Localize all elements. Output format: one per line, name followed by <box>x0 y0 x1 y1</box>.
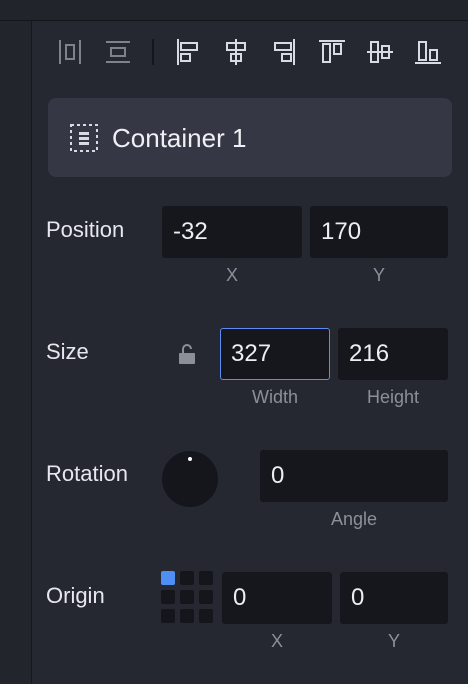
origin-y-input[interactable]: 0 <box>340 572 448 624</box>
unlocked-icon[interactable] <box>178 343 196 365</box>
top-strip <box>0 0 468 21</box>
position-y-caption: Y <box>372 265 385 285</box>
origin-cell-middle-right[interactable] <box>199 590 213 604</box>
rotation-angle-caption: Angle <box>330 509 378 529</box>
position-x-caption: X <box>225 265 238 285</box>
origin-cell-center[interactable] <box>180 590 194 604</box>
origin-cell-bottom-right[interactable] <box>199 609 213 623</box>
rotation-label: Rotation <box>46 461 128 486</box>
origin-cell-bottom-left[interactable] <box>161 609 175 623</box>
origin-label: Origin <box>46 583 105 608</box>
align-top-icon[interactable] <box>315 35 349 69</box>
container-icon <box>69 123 99 153</box>
align-vertical-center-icon[interactable] <box>363 35 397 69</box>
element-title: Container 1 <box>112 123 247 153</box>
left-sidebar-edge <box>0 21 32 684</box>
size-label: Size <box>46 339 89 364</box>
rotation-dial[interactable] <box>162 451 218 507</box>
toolbar-separator <box>152 39 154 65</box>
position-y-input[interactable]: 170 <box>310 206 448 258</box>
properties-panel: Container 1 Position -32 170 X Y Size 32… <box>32 21 468 684</box>
origin-picker[interactable] <box>161 571 213 623</box>
alignment-toolbar <box>32 31 468 73</box>
size-width-caption: Width <box>251 387 298 407</box>
origin-cell-top-center[interactable] <box>180 571 194 585</box>
position-label: Position <box>46 217 125 242</box>
origin-cell-bottom-center[interactable] <box>180 609 194 623</box>
origin-y-caption: Y <box>387 631 400 651</box>
rotation-dial-indicator <box>188 457 192 461</box>
origin-cell-top-right[interactable] <box>199 571 213 585</box>
element-header: Container 1 <box>48 98 452 177</box>
size-height-caption: Height <box>366 387 420 407</box>
size-height-input[interactable]: 216 <box>338 328 448 380</box>
size-width-input[interactable]: 327 <box>220 328 330 380</box>
align-horizontal-center-icon[interactable] <box>219 35 253 69</box>
origin-x-input[interactable]: 0 <box>222 572 332 624</box>
origin-cell-middle-left[interactable] <box>161 590 175 604</box>
origin-x-caption: X <box>270 631 283 651</box>
distribute-horizontal-icon[interactable] <box>53 35 87 69</box>
distribute-vertical-icon[interactable] <box>101 35 135 69</box>
rotation-angle-input[interactable]: 0 <box>260 450 448 502</box>
origin-cell-top-left[interactable] <box>161 571 175 585</box>
align-left-icon[interactable] <box>171 35 205 69</box>
align-bottom-icon[interactable] <box>411 35 445 69</box>
position-x-input[interactable]: -32 <box>162 206 302 258</box>
align-right-icon[interactable] <box>267 35 301 69</box>
